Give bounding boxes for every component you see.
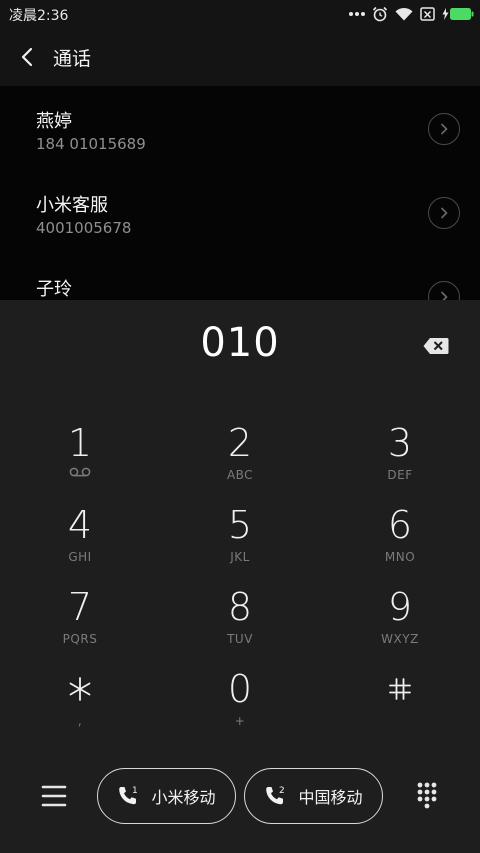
key-letters: ABC [226,468,254,482]
dial-key-hash[interactable] [340,668,460,740]
key-letters: + [234,714,246,728]
key-letters: JKL [230,550,250,564]
key-letters: DEF [387,468,413,482]
page-title: 通话 [53,48,92,70]
key-letters: PQRS [62,632,98,646]
contact-number: 184 01015689 [36,135,146,153]
status-icons [349,5,474,23]
key-letters: MNO [384,550,416,564]
menu-button[interactable] [38,782,70,810]
key-digit: 2 [227,421,253,465]
alarm-icon [372,6,388,22]
contact-number: 4001005678 [36,219,132,237]
status-bar: 凌晨2:36 [0,0,480,28]
keypad-grid-icon [417,782,437,809]
contact-item[interactable]: 燕婷 184 01015689 [0,86,480,170]
svg-text:1: 1 [132,786,138,796]
contact-name: 子玲 [36,279,72,300]
sim-off-icon [420,7,435,21]
hamburger-menu-icon [41,785,67,807]
key-digit: 1 [67,421,93,465]
key-digit: 7 [67,585,93,629]
dial-key-star[interactable]: , [20,668,140,740]
key-letters: WXYZ [381,632,419,646]
back-chevron-icon [21,47,33,67]
phone-sim2-icon: 2 [266,786,285,805]
key-digit: 4 [67,503,93,547]
sim2-label: 中国移动 [298,788,363,807]
contact-detail-button[interactable] [428,281,460,300]
backspace-icon [423,338,449,354]
dial-key-1[interactable]: 1 [20,422,140,494]
dial-key-9[interactable]: 9 WXYZ [340,586,460,658]
contact-detail-button[interactable] [428,113,460,145]
dial-key-0[interactable]: 0 + [180,668,300,740]
keypad-toggle-button[interactable] [412,780,442,810]
contact-suggestions: 燕婷 184 01015689 小米客服 4001005678 子玲 [0,86,480,300]
key-digit: 0 [227,667,253,711]
dial-key-4[interactable]: 4 GHI [20,504,140,576]
chevron-right-icon [440,207,448,219]
status-time: 凌晨2:36 [9,8,69,24]
chevron-right-icon [440,291,448,300]
contact-name: 小米客服 [36,195,108,216]
contact-detail-button[interactable] [428,197,460,229]
key-digit: 8 [227,585,253,629]
key-digit: 3 [387,421,413,465]
chevron-right-icon [440,123,448,135]
hash-icon [340,668,460,710]
contact-name: 燕婷 [36,111,72,132]
svg-text:2: 2 [279,786,285,796]
back-button[interactable] [12,42,42,72]
dial-key-6[interactable]: 6 MNO [340,504,460,576]
key-digit: 6 [387,503,413,547]
dial-key-8[interactable]: 8 TUV [180,586,300,658]
key-digit: 5 [227,503,253,547]
backspace-button[interactable] [421,335,451,357]
key-letters: TUV [227,632,253,646]
call-sim2-button[interactable]: 2 中国移动 [244,768,383,824]
dial-key-7[interactable]: 7 PQRS [20,586,140,658]
dial-key-5[interactable]: 5 JKL [180,504,300,576]
dialed-number: 010 [200,320,280,366]
more-dots-icon [349,12,365,16]
wifi-icon [395,7,413,21]
contact-item[interactable]: 子玲 [0,254,480,300]
contact-item[interactable]: 小米客服 4001005678 [0,170,480,254]
dial-key-2[interactable]: 2 ABC [180,422,300,494]
phone-sim1-icon: 1 [119,786,138,805]
dialpad: 010 1 2 ABC 3 DEF 4 GHI 5 JKL 6 MNO 7 PQ… [0,300,480,853]
key-letters [340,714,460,730]
voicemail-icon [20,466,140,482]
battery-charging-icon [442,8,474,20]
key-digit: 9 [387,585,413,629]
call-sim1-button[interactable]: 1 小米移动 [97,768,236,824]
asterisk-icon [20,668,140,710]
key-letters: GHI [68,550,92,564]
dial-key-3[interactable]: 3 DEF [340,422,460,494]
sim1-label: 小米移动 [151,788,216,807]
header: 通话 [0,28,480,86]
key-letters: , [77,714,83,728]
